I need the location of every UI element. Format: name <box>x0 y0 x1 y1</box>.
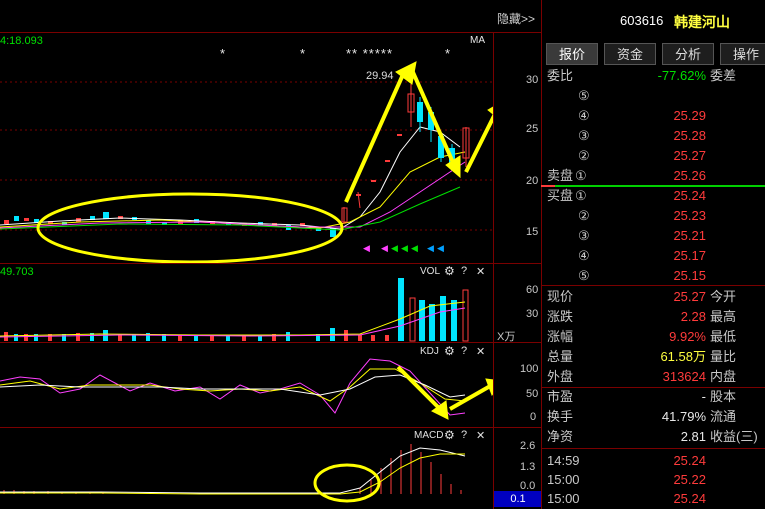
vol-unit: X万 <box>497 331 516 343</box>
sell-row: ② 25.27 <box>542 146 765 166</box>
buy-price: 25.21 <box>673 228 706 243</box>
vol-y-axis: 60 30 X万 <box>493 264 542 343</box>
sell-row: ④ 25.29 <box>542 106 765 126</box>
weibi-value: -77.62% <box>657 68 706 83</box>
macd-chart-pane: MACD ⚙ ? ✕ <box>0 428 493 509</box>
y-tick: 25 <box>526 123 539 135</box>
y-tick: 30 <box>526 308 539 320</box>
sell-price: 25.28 <box>673 128 706 143</box>
top-bar: 隐藏>> <box>0 0 541 33</box>
stat-row: 换手 41.79% 流通 <box>547 409 737 424</box>
buy-row: ③ 25.21 <box>542 226 765 246</box>
candlestick-chart: ◀ ◀ ◀ ◀ ◀ ◀ ◀ <box>0 61 493 263</box>
macd-lines <box>0 444 466 503</box>
stat-row: 现价 25.27 今开 <box>547 289 737 304</box>
main-chart-pane: 4:18.093 MA 29.94 * * ** ***** * ◀ ◀ ◀ ◀… <box>0 32 493 264</box>
kdj-chart-pane: KDJ ⚙ ? ✕ <box>0 343 493 428</box>
stat-row: 涨跌 2.28 最高 <box>547 309 737 324</box>
tick-time: 15:00 <box>547 472 580 487</box>
tab-analysis[interactable]: 分析 <box>662 43 714 65</box>
tick-row: 14:59 25.24 <box>542 451 765 471</box>
stat-row: 市盈 - 股本 <box>547 389 737 404</box>
tick-price: 25.24 <box>673 453 706 468</box>
sell-price: 25.27 <box>673 148 706 163</box>
tick-price: 25.22 <box>673 472 706 487</box>
buy-label: 买盘 <box>547 188 574 203</box>
buy-price: 25.15 <box>673 268 706 283</box>
y-tick: 0 <box>530 411 537 423</box>
y-tick: 2.6 <box>520 440 536 452</box>
stat-row: 外盘 313624 内盘 <box>547 369 737 384</box>
y-tick: 60 <box>526 284 539 296</box>
buy-price: 25.23 <box>673 208 706 223</box>
volume-bars <box>0 278 469 342</box>
stats-table: 现价 25.27 今开 涨跌 2.28 最高 涨幅 9.92% 最低 总量 61.58万 量比 … <box>542 287 765 447</box>
sell-row: 卖盘 ① 25.26 <box>542 166 765 186</box>
weibi-row: 委比 -77.62% 委差 <box>542 66 765 86</box>
y-tick: 20 <box>526 175 539 187</box>
y-tick: 1.3 <box>520 461 536 473</box>
y-tick: 100 <box>520 363 539 375</box>
y-tick: 50 <box>526 388 539 400</box>
svg-text:◀: ◀ <box>401 243 408 253</box>
tick-row: 15:00 25.22 <box>542 470 765 490</box>
svg-text:◀: ◀ <box>437 243 444 253</box>
buy-row: ② 25.23 <box>542 206 765 226</box>
tab-funds[interactable]: 资金 <box>604 43 656 65</box>
kdj-lines <box>0 358 493 420</box>
main-y-axis: 30 25 20 15 <box>493 32 542 264</box>
tab-quote[interactable]: 报价 <box>546 43 598 65</box>
svg-text:◀: ◀ <box>381 243 388 253</box>
stock-header: 603616 韩建河山 <box>542 0 765 42</box>
quote-panel: 603616 韩建河山 报价 资金 分析 操作 委比 -77.62% 委差 ⑤ … <box>541 0 765 509</box>
sell-row: ⑤ <box>578 88 590 103</box>
tick-price: 25.24 <box>673 491 706 506</box>
hide-panel-button[interactable]: 隐藏>> <box>497 10 535 27</box>
tick-time: 15:00 <box>547 491 580 506</box>
svg-text:◀: ◀ <box>363 243 370 253</box>
y-tick: 15 <box>526 226 539 238</box>
stock-code: 603616 <box>620 13 664 28</box>
kdj-y-axis: 100 50 0 <box>493 343 542 428</box>
stat-row: 总量 61.58万 量比 <box>547 349 737 364</box>
stat-row: 净资 2.81 收益(三) <box>547 429 758 444</box>
y-tick: 30 <box>526 74 539 86</box>
sell-price: 25.26 <box>673 168 706 183</box>
weibi-label: 委比 <box>547 68 574 83</box>
buy-row: ④ 25.17 <box>542 246 765 266</box>
buy-price: 25.24 <box>673 188 706 203</box>
stat-row: 涨幅 9.92% 最低 <box>547 329 737 344</box>
vol-chart-pane: 49.703 VOL ⚙ ? ✕ <box>0 264 493 343</box>
buy-price: 25.17 <box>673 248 706 263</box>
svg-text:◀: ◀ <box>427 243 434 253</box>
sell-label: 卖盘 <box>547 168 574 183</box>
stock-name: 韩建河山 <box>674 14 730 30</box>
svg-text:◀: ◀ <box>391 243 398 253</box>
buy-row: 买盘 ① 25.24 <box>542 186 765 206</box>
macd-y-axis: 2.6 1.3 0.0 0.1 <box>493 428 542 509</box>
sell-row: ③ 25.28 <box>542 126 765 146</box>
buy-row: ⑤ 25.15 <box>542 266 765 286</box>
order-book: ⑤ ④ 25.29 ③ 25.28 ② 25.27 卖盘 ① 25.26 买盘 ① 25.24… <box>541 86 765 286</box>
tick-time: 14:59 <box>547 453 580 468</box>
tick-list: 14:59 25.24 15:00 25.22 15:00 25.24 <box>542 451 765 509</box>
macd-current-value: 0.1 <box>494 491 542 507</box>
tab-operation[interactable]: 操作 <box>720 43 765 65</box>
svg-text:◀: ◀ <box>411 243 418 253</box>
tick-row: 15:00 25.24 <box>542 489 765 509</box>
sell-price: 25.29 <box>673 108 706 123</box>
macd-cross-circle <box>313 463 381 503</box>
weicha-label: 委差 <box>710 68 737 83</box>
